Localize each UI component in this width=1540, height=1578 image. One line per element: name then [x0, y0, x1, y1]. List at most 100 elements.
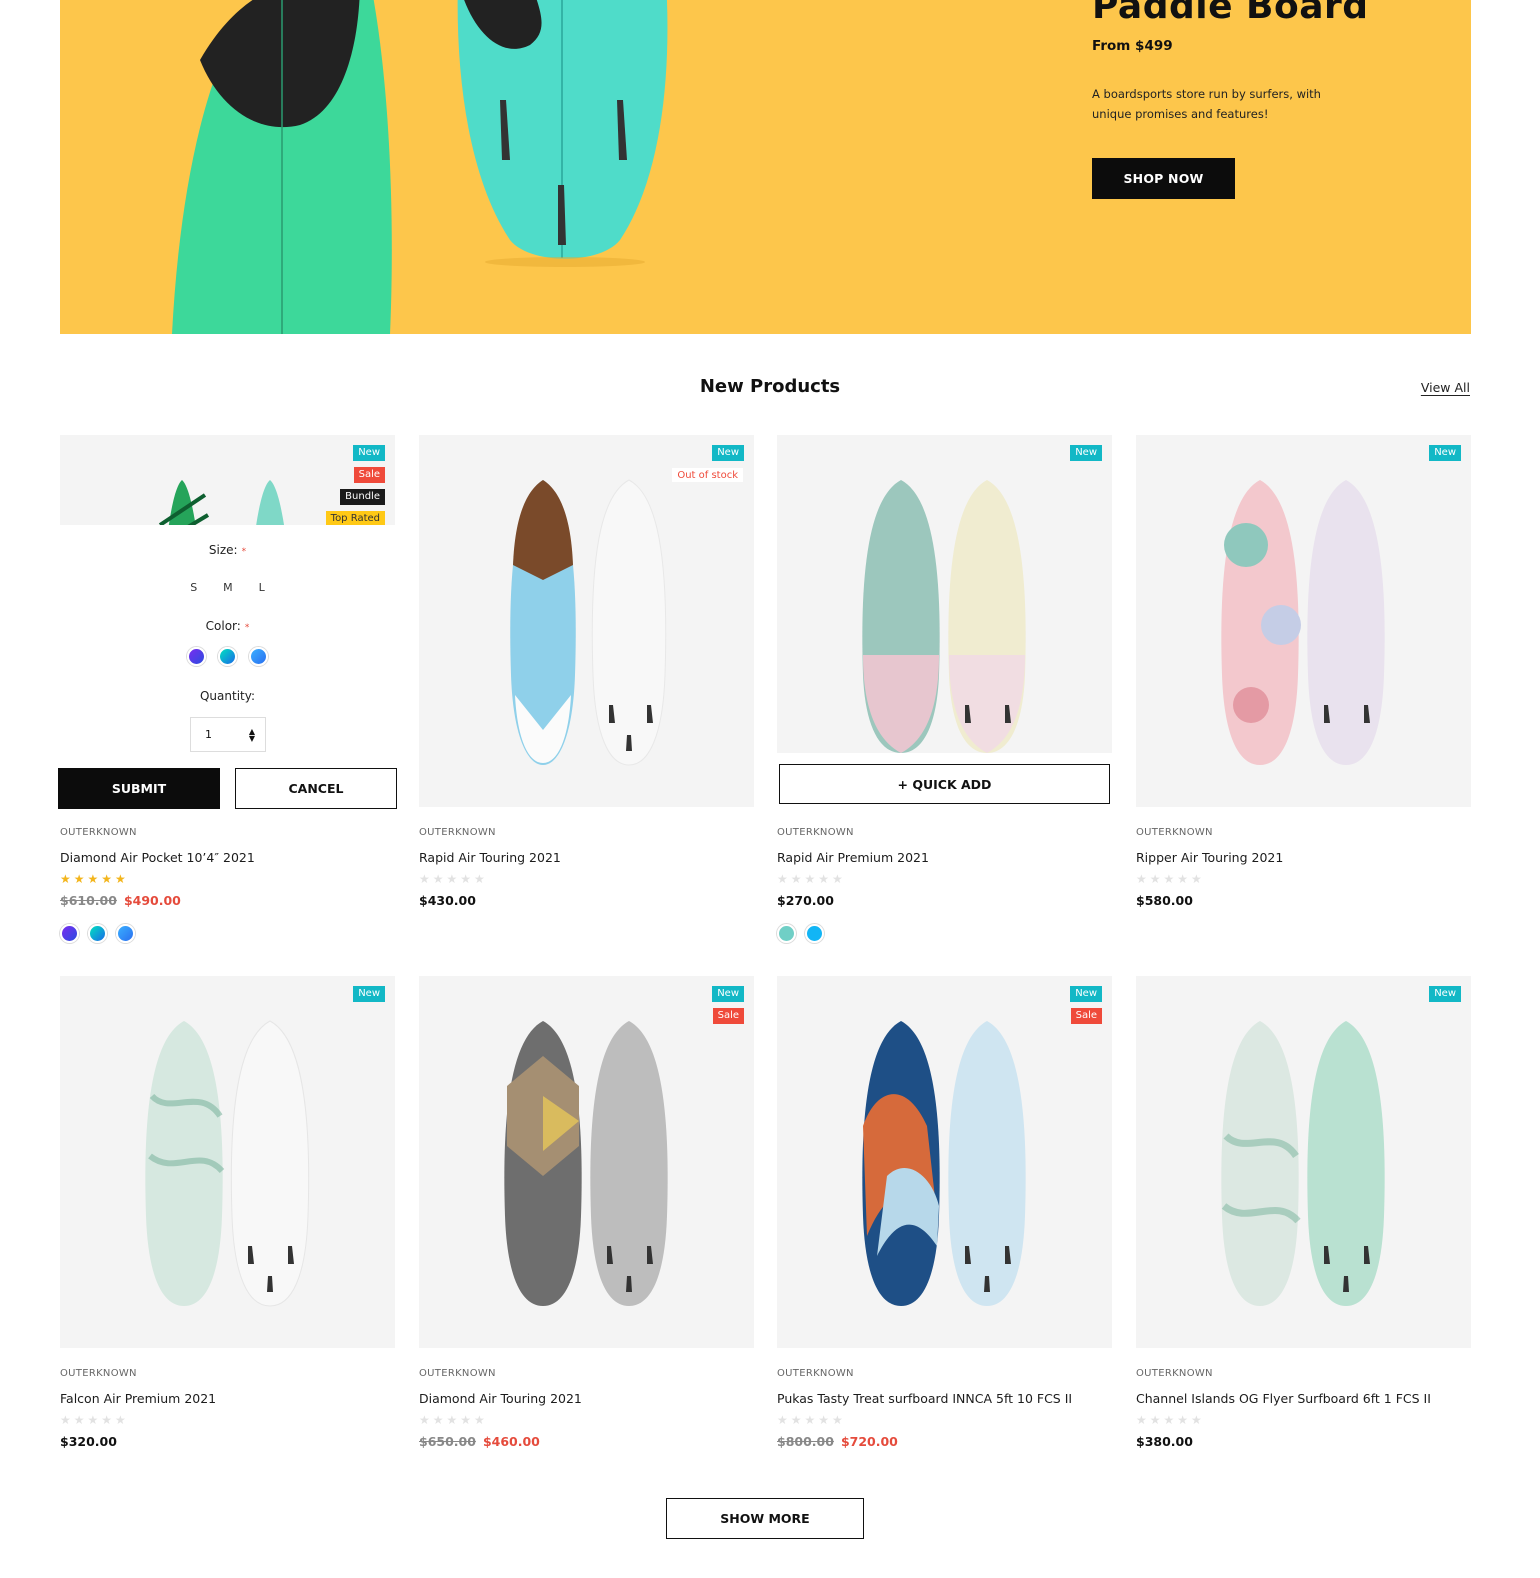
product-image[interactable]: New	[777, 435, 1112, 753]
price-row: $380.00	[1136, 1434, 1471, 1451]
badge-list: New Sale Bundle Top Rated	[325, 445, 385, 527]
mint-swatch[interactable]	[777, 924, 796, 943]
product-name[interactable]: Diamond Air Pocket 10’4″ 2021	[60, 850, 395, 866]
star-rating: ★★★★★	[777, 872, 846, 886]
product-name[interactable]: Rapid Air Touring 2021	[419, 850, 754, 866]
product-vendor: OUTERKNOWN	[1136, 1368, 1213, 1379]
product-image[interactable]: New	[60, 976, 395, 1348]
product-name[interactable]: Falcon Air Premium 2021	[60, 1391, 395, 1407]
size-options: S M L	[60, 579, 395, 596]
product-info: OUTERKNOWN Rapid Air Touring 2021 ★★★★★ …	[419, 827, 754, 910]
sale-badge: Sale	[712, 1008, 744, 1024]
surfboard-image	[145, 1020, 310, 1307]
size-label: Size: *	[208, 543, 247, 557]
star-rating: ★★★★★	[1136, 1413, 1205, 1427]
surfboard-image	[1221, 480, 1385, 765]
quantity-stepper[interactable]: 1 ▲ ▼	[190, 717, 266, 752]
sale-price: $720.00	[840, 1434, 898, 1449]
bundle-badge: Bundle	[340, 489, 385, 505]
sale-price: $460.00	[482, 1434, 540, 1449]
product-name[interactable]: Ripper Air Touring 2021	[1136, 850, 1471, 866]
purple-gradient-swatch[interactable]	[60, 924, 79, 943]
product-price: $580.00	[1136, 893, 1193, 908]
quick-add-button[interactable]: + QUICK ADD	[779, 764, 1110, 804]
sale-badge: Sale	[353, 467, 385, 483]
product-vendor: OUTERKNOWN	[60, 1368, 137, 1379]
star-rating: ★★★★★	[777, 1413, 846, 1427]
blue-gradient-swatch[interactable]	[116, 924, 135, 943]
product-vendor: OUTERKNOWN	[60, 827, 137, 838]
hero-description: A boardsports store run by surfers, with…	[1092, 87, 1321, 121]
blue-gradient-swatch[interactable]	[249, 647, 268, 666]
product-image[interactable]: New	[1136, 976, 1471, 1348]
color-label: Color: *	[205, 619, 250, 633]
surfboard-image	[862, 480, 1026, 753]
shop-now-button[interactable]: SHOP NOW	[1092, 158, 1235, 199]
product-image[interactable]: New Sale	[777, 976, 1112, 1348]
price-row: $580.00	[1136, 893, 1471, 910]
teal-gradient-swatch[interactable]	[218, 647, 237, 666]
badge-list: New	[1429, 445, 1461, 461]
product-info: OUTERKNOWN Ripper Air Touring 2021 ★★★★★…	[1136, 827, 1471, 910]
badge-list: New	[1070, 445, 1102, 461]
price-row: $800.00 $720.00	[777, 1434, 1112, 1451]
cancel-button[interactable]: CANCEL	[235, 768, 397, 809]
surfboard-image	[510, 479, 667, 766]
product-vendor: OUTERKNOWN	[419, 827, 496, 838]
product-price: $320.00	[60, 1434, 117, 1449]
compare-price: $650.00	[419, 1434, 476, 1449]
product-image[interactable]: New Out of stock	[419, 435, 754, 807]
product-name[interactable]: Pukas Tasty Treat surfboard INNCA 5ft 10…	[777, 1391, 1112, 1407]
compare-price: $610.00	[60, 893, 117, 908]
product-price: $430.00	[419, 893, 476, 908]
badge-list: New Sale	[712, 986, 744, 1024]
price-row: $430.00	[419, 893, 754, 910]
hero-surfboards-image	[172, 0, 668, 334]
price-row: $270.00	[777, 893, 1112, 910]
out-of-stock-badge: Out of stock	[671, 467, 744, 483]
show-more-button[interactable]: SHOW MORE	[666, 1498, 864, 1539]
new-badge: New	[1070, 445, 1102, 461]
product-vendor: OUTERKNOWN	[419, 1368, 496, 1379]
product-info: OUTERKNOWN Pukas Tasty Treat surfboard I…	[777, 1368, 1112, 1451]
product-image[interactable]: New Sale	[419, 976, 754, 1348]
product-image[interactable]: New	[1136, 435, 1471, 807]
color-swatches	[777, 924, 1112, 943]
product-info: OUTERKNOWN Rapid Air Premium 2021 ★★★★★ …	[777, 827, 1112, 943]
size-option-s[interactable]: S	[190, 579, 197, 596]
badge-list: New Sale	[1070, 986, 1102, 1024]
purple-gradient-swatch[interactable]	[187, 647, 206, 666]
section-title: New Products	[699, 376, 841, 397]
star-rating: ★★★★★	[60, 1413, 129, 1427]
product-name[interactable]: Channel Islands OG Flyer Surfboard 6ft 1…	[1136, 1391, 1471, 1407]
compare-price: $800.00	[777, 1434, 834, 1449]
sky-swatch[interactable]	[805, 924, 824, 943]
new-badge: New	[353, 986, 385, 1002]
badge-list: New	[1429, 986, 1461, 1002]
teal-gradient-swatch[interactable]	[88, 924, 107, 943]
size-option-m[interactable]: M	[223, 579, 233, 596]
new-badge: New	[1070, 986, 1102, 1002]
quantity-value: 1	[205, 728, 212, 741]
price-row: $320.00	[60, 1434, 395, 1451]
badge-list: New Out of stock	[671, 445, 744, 483]
surfboard-image	[862, 1021, 1026, 1306]
product-vendor: OUTERKNOWN	[777, 1368, 854, 1379]
stepper-arrows-icon[interactable]: ▲ ▼	[249, 727, 255, 742]
sale-badge: Sale	[1070, 1008, 1102, 1024]
price-row: $610.00 $490.00	[60, 893, 395, 910]
product-vendor: OUTERKNOWN	[777, 827, 854, 838]
submit-button[interactable]: SUBMIT	[58, 768, 220, 809]
new-badge: New	[1429, 986, 1461, 1002]
product-name[interactable]: Diamond Air Touring 2021	[419, 1391, 754, 1407]
star-rating: ★★★★★	[419, 1413, 488, 1427]
product-info: OUTERKNOWN Falcon Air Premium 2021 ★★★★★…	[60, 1368, 395, 1451]
product-name[interactable]: Rapid Air Premium 2021	[777, 850, 1112, 866]
badge-list: New	[353, 986, 385, 1002]
new-badge: New	[712, 986, 744, 1002]
size-option-l[interactable]: L	[259, 579, 265, 596]
price-row: $650.00 $460.00	[419, 1434, 754, 1451]
view-all-link[interactable]: View All	[1421, 380, 1470, 395]
hero-title: Paddle Board	[1092, 0, 1369, 27]
new-badge: New	[712, 445, 744, 461]
